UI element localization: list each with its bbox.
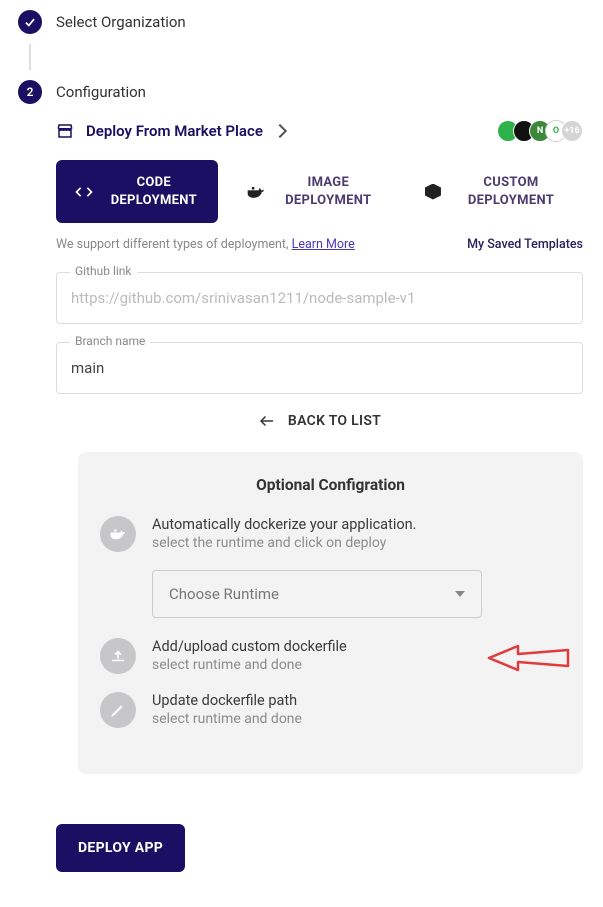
code-icon <box>74 182 94 202</box>
opt2-title: Add/upload custom dockerfile <box>152 638 347 655</box>
store-icon <box>56 122 74 140</box>
tab-code-deployment[interactable]: CODE DEPLOYMENT <box>56 160 218 223</box>
docker-icon <box>100 516 136 552</box>
tab-custom-label: CUSTOM DEPLOYMENT <box>457 174 565 209</box>
chevron-right-icon <box>273 124 287 138</box>
check-icon <box>18 10 42 34</box>
github-input[interactable] <box>56 272 583 324</box>
tech-badges: N O +16 <box>503 120 583 142</box>
opt1-sub: select the runtime and click on deploy <box>152 535 416 551</box>
deploy-app-button[interactable]: DEPLOY APP <box>56 824 185 872</box>
opt-update-path[interactable]: Update dockerfile path select runtime an… <box>100 692 561 728</box>
panel-title: Optional Configration <box>100 476 561 494</box>
docker-icon <box>246 182 266 202</box>
optional-config-panel: Optional Configration Automatically dock… <box>78 452 583 774</box>
opt1-title: Automatically dockerize your application… <box>152 516 416 533</box>
saved-templates-link[interactable]: My Saved Templates <box>467 237 583 252</box>
tab-code-label: CODE DEPLOYMENT <box>108 174 200 209</box>
badge-count: +16 <box>561 120 583 142</box>
github-label: Github link <box>70 264 137 278</box>
opt3-title: Update dockerfile path <box>152 692 302 709</box>
step2-number: 2 <box>18 80 42 104</box>
step2-label: Configuration <box>56 83 146 101</box>
opt-auto-dockerize[interactable]: Automatically dockerize your application… <box>100 516 561 552</box>
opt3-sub: select runtime and done <box>152 711 302 727</box>
arrow-left-icon <box>258 412 276 430</box>
deploy-from-label: Deploy From Market Place <box>86 122 263 140</box>
deploy-from-link[interactable]: Deploy From Market Place <box>56 122 285 140</box>
tab-image-label: IMAGE DEPLOYMENT <box>280 174 377 209</box>
step1-label: Select Organization <box>56 13 186 31</box>
opt2-sub: select runtime and done <box>152 657 347 673</box>
github-field: Github link <box>56 272 583 324</box>
support-text: We support different types of deployment… <box>56 237 355 252</box>
step-configuration: 2 Configuration <box>0 70 603 114</box>
branch-field: Branch name <box>56 342 583 394</box>
hexagon-icon <box>423 182 443 202</box>
back-label: BACK TO LIST <box>288 413 381 429</box>
learn-more-link[interactable]: Learn More <box>292 237 355 252</box>
step-select-organization[interactable]: Select Organization <box>0 0 603 44</box>
back-to-list[interactable]: BACK TO LIST <box>56 412 583 430</box>
branch-input[interactable] <box>56 342 583 394</box>
annotation-arrow-icon <box>483 640 573 676</box>
runtime-placeholder: Choose Runtime <box>169 585 279 603</box>
runtime-select[interactable]: Choose Runtime <box>152 570 482 618</box>
branch-label: Branch name <box>70 334 150 348</box>
upload-icon <box>100 638 136 674</box>
chevron-down-icon <box>455 591 465 597</box>
tab-custom-deployment[interactable]: CUSTOM DEPLOYMENT <box>405 160 583 223</box>
pencil-icon <box>100 692 136 728</box>
tab-image-deployment[interactable]: IMAGE DEPLOYMENT <box>228 160 395 223</box>
step-connector <box>29 44 31 70</box>
